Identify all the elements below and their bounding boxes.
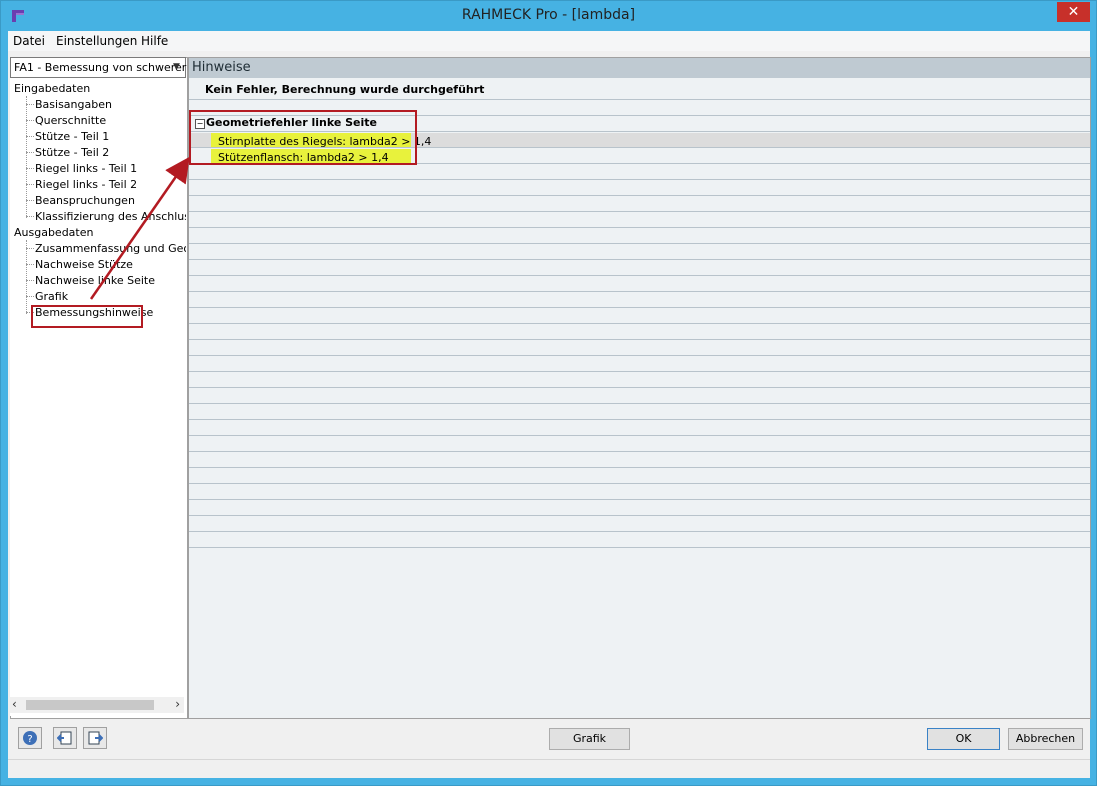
tree-horizontal-scrollbar[interactable]: ‹ › — [10, 697, 184, 713]
tree-item-basisangaben[interactable]: Basisangaben — [35, 98, 112, 111]
status-bar — [8, 759, 1090, 778]
status-message: Kein Fehler, Berechnung wurde durchgefüh… — [205, 83, 485, 96]
annotation-box-messages — [189, 110, 417, 165]
grid-line — [189, 547, 1090, 548]
navigator-tree: Eingabedaten Basisangaben Querschnitte S… — [10, 78, 186, 716]
tree-group-input[interactable]: Eingabedaten — [14, 82, 90, 95]
cancel-button[interactable]: Abbrechen — [1008, 728, 1083, 750]
tree-item-stuetze-2[interactable]: Stütze - Teil 2 — [35, 146, 109, 159]
tree-item-zusammenfassung[interactable]: Zusammenfassung und Geometrie — [35, 242, 186, 255]
menu-datei[interactable]: Datei — [13, 34, 45, 48]
svg-text:?: ? — [27, 734, 32, 745]
app-window: RAHMECK Pro - [lambda] ✕ Datei Einstellu… — [0, 0, 1097, 786]
client-area: Datei Einstellungen Hilfe FA1 - Bemessun… — [8, 31, 1091, 778]
scrollbar-thumb[interactable] — [26, 700, 154, 710]
grid-line — [189, 515, 1090, 516]
import-icon[interactable] — [53, 727, 77, 749]
tree-group-output[interactable]: Ausgabedaten — [14, 226, 93, 239]
case-select-value: FA1 - Bemessung von schwerer — [14, 61, 187, 74]
grid-line — [189, 499, 1090, 500]
chevron-right-icon[interactable]: › — [175, 697, 180, 711]
grid-line — [189, 291, 1090, 292]
ok-button[interactable]: OK — [927, 728, 1000, 750]
grid-line — [189, 435, 1090, 436]
export-icon[interactable] — [83, 727, 107, 749]
grid-line — [189, 243, 1090, 244]
grid-line — [189, 355, 1090, 356]
grid-line — [189, 99, 1090, 100]
title-bar[interactable]: RAHMECK Pro - [lambda] ✕ — [1, 1, 1096, 31]
tree-item-riegel-2[interactable]: Riegel links - Teil 2 — [35, 178, 137, 191]
close-button[interactable]: ✕ — [1057, 2, 1090, 22]
menu-hilfe[interactable]: Hilfe — [141, 34, 168, 48]
grid-line — [189, 419, 1090, 420]
tree-item-nachweise-stuetze[interactable]: Nachweise Stütze — [35, 258, 133, 271]
grid-line — [189, 259, 1090, 260]
tree-item-stuetze-1[interactable]: Stütze - Teil 1 — [35, 130, 109, 143]
tree-connector — [26, 240, 27, 314]
annotation-box-tree — [31, 305, 143, 328]
menu-einstellungen[interactable]: Einstellungen — [56, 34, 137, 48]
grid-line — [189, 339, 1090, 340]
grid-line — [189, 531, 1090, 532]
grid-line — [189, 275, 1090, 276]
grid-line — [189, 467, 1090, 468]
grid-line — [189, 307, 1090, 308]
grid-line — [189, 483, 1090, 484]
grid-line — [189, 227, 1090, 228]
tree-item-nachweise-links[interactable]: Nachweise linke Seite — [35, 274, 155, 287]
case-select[interactable]: FA1 - Bemessung von schwerer ▼ — [10, 57, 186, 78]
chevron-down-icon[interactable]: ▼ — [169, 59, 184, 75]
grid-line — [189, 179, 1090, 180]
grid-line — [189, 211, 1090, 212]
panel-title: Hinweise — [192, 60, 251, 75]
grid-line — [189, 371, 1090, 372]
tree-item-grafik[interactable]: Grafik — [35, 290, 68, 303]
tree-item-querschnitte[interactable]: Querschnitte — [35, 114, 106, 127]
tree-item-klassifizierung[interactable]: Klassifizierung des Anschlusses — [35, 210, 186, 223]
grid-line — [189, 403, 1090, 404]
window-title: RAHMECK Pro - [lambda] — [461, 7, 636, 23]
grid-line — [189, 195, 1090, 196]
grid-line — [189, 451, 1090, 452]
graphic-button[interactable]: Grafik — [549, 728, 630, 750]
panel-header: Hinweise — [189, 58, 1090, 78]
grid-line — [189, 387, 1090, 388]
tree-item-beanspruchungen[interactable]: Beanspruchungen — [35, 194, 135, 207]
dialog-footer: ? Grafik OK Abbrechen — [8, 721, 1090, 761]
chevron-left-icon[interactable]: ‹ — [12, 697, 17, 711]
help-icon[interactable]: ? — [18, 727, 42, 749]
grid-line — [189, 323, 1090, 324]
menu-bar: Datei Einstellungen Hilfe — [8, 31, 1090, 51]
tree-item-riegel-1[interactable]: Riegel links - Teil 1 — [35, 162, 137, 175]
